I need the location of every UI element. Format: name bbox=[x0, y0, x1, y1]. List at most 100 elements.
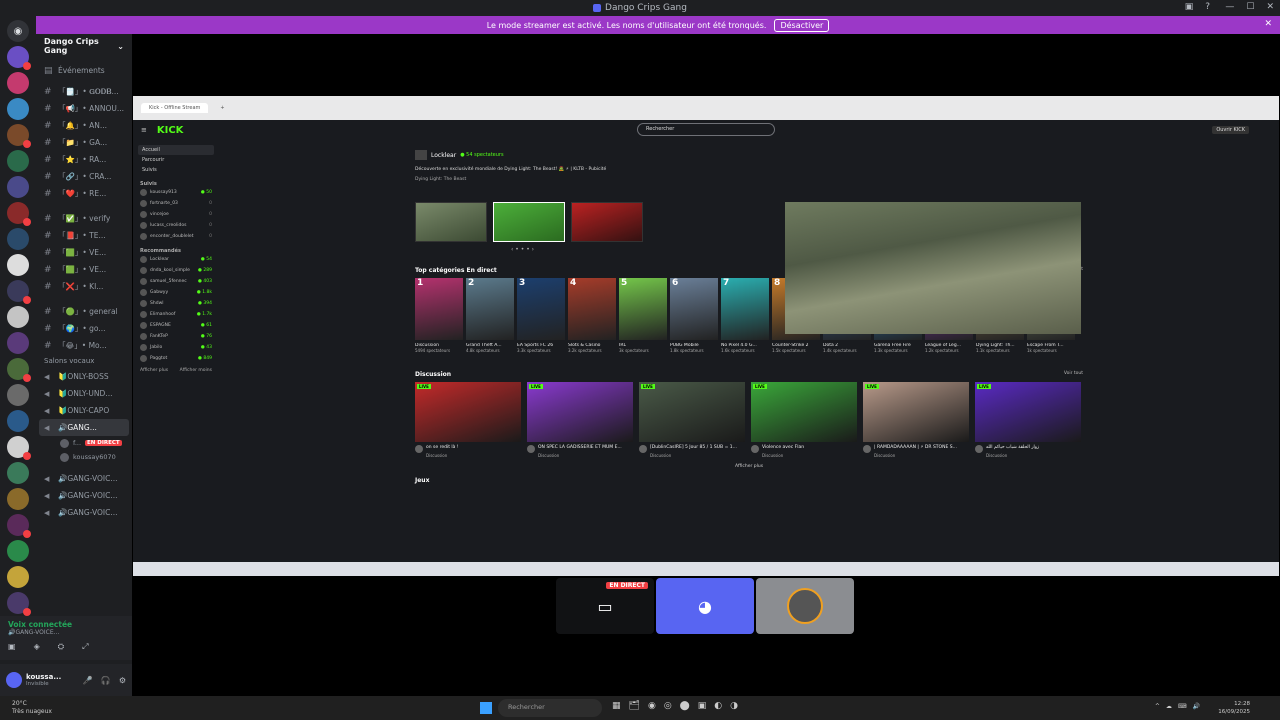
voice-channel[interactable]: ◀ 🔰ONLY-CAPO bbox=[36, 402, 132, 419]
server-icon[interactable] bbox=[7, 150, 29, 172]
server-header[interactable]: Dango Crips Gang ⌄ bbox=[36, 34, 132, 58]
channel-row[interactable]: samuel_5fennec ● 403 bbox=[138, 276, 214, 287]
user-info[interactable]: koussa... Invisible bbox=[26, 673, 61, 687]
show-more-button[interactable]: Afficher plus bbox=[415, 464, 1083, 469]
help-icon[interactable]: ? bbox=[1205, 2, 1210, 12]
category-card[interactable]: 3 EA Sports FC 26 3.3k spectateurs bbox=[517, 278, 565, 353]
voice-category[interactable]: Salons vocaux bbox=[36, 354, 132, 368]
server-icon[interactable] bbox=[7, 124, 31, 148]
category-card[interactable]: 7 No Pixel 4.0 G... 1.6k spectateurs bbox=[721, 278, 769, 353]
featured-video-player[interactable] bbox=[785, 202, 1081, 334]
close-window-button[interactable]: ✕ bbox=[1266, 2, 1274, 12]
server-icon[interactable] bbox=[7, 254, 29, 276]
channel-row[interactable]: Gabwyy ● 1.8k bbox=[138, 287, 214, 298]
see-all-link[interactable]: Voir tout bbox=[1064, 371, 1083, 378]
channel-row[interactable]: ESPAGNE ● 61 bbox=[138, 320, 214, 331]
new-tab-button[interactable]: + bbox=[214, 103, 230, 113]
channel-row[interactable]: koussay913 ● 50 bbox=[138, 187, 214, 198]
featured-thumb[interactable] bbox=[493, 202, 565, 242]
text-channel[interactable]: # 「📁」• GA... bbox=[36, 134, 132, 151]
server-icon[interactable] bbox=[7, 488, 29, 510]
windows-start-icon[interactable] bbox=[480, 702, 492, 714]
soundboard-icon[interactable]: ⤢ bbox=[82, 642, 88, 652]
text-channel[interactable]: # 「🌍」• go... bbox=[36, 320, 132, 337]
channel-row[interactable]: Paggtot ● 849 bbox=[138, 353, 214, 364]
home-button[interactable]: ◉ bbox=[7, 20, 29, 42]
channel-row[interactable]: vincejoe 0 bbox=[138, 209, 214, 220]
taskbar-app-icon[interactable]: 🗂 bbox=[629, 701, 640, 711]
taskbar-app-icon[interactable]: ▣ bbox=[698, 701, 707, 711]
active-voice-channel[interactable]: ◀ 🔊GANG... bbox=[39, 419, 129, 436]
category-card[interactable]: 6 PUBG Mobile 1.8k spectateurs bbox=[670, 278, 718, 353]
camera-icon[interactable]: ▣ bbox=[8, 642, 16, 652]
kick-login-button[interactable]: Ouvrir KICK bbox=[1212, 126, 1249, 134]
server-icon[interactable] bbox=[7, 358, 31, 382]
taskbar-app-icon[interactable]: ◑ bbox=[730, 701, 738, 711]
weather-widget[interactable]: 20°C Très nuageux bbox=[12, 700, 52, 716]
server-icon[interactable] bbox=[7, 462, 29, 484]
server-icon[interactable] bbox=[7, 280, 31, 304]
category-card[interactable]: 4 Slots & Casino 3.2k spectateurs bbox=[568, 278, 616, 353]
channel-row[interactable]: Jabilo ● 43 bbox=[138, 342, 214, 353]
taskbar-app-icon[interactable]: ◉ bbox=[648, 701, 656, 711]
live-stream-card[interactable]: LIVE ON SPEC LA GADISSERIE ET MUM E... Dis… bbox=[527, 382, 633, 458]
channel-row[interactable]: Shdwl ● 394 bbox=[138, 298, 214, 309]
show-more-link[interactable]: Afficher plus bbox=[140, 368, 168, 373]
participant-tile-avatar[interactable] bbox=[756, 578, 854, 634]
show-less-link[interactable]: Afficher moins bbox=[180, 368, 212, 373]
voice-channel[interactable]: ◀ 🔰ONLY-UND... bbox=[36, 385, 132, 402]
server-icon[interactable] bbox=[7, 306, 29, 328]
browser-tab[interactable]: Kick - Offline Stream bbox=[141, 103, 209, 113]
headphones-icon[interactable]: 🎧 bbox=[101, 676, 111, 685]
category-card[interactable]: 5 IRL 3k spectateurs bbox=[619, 278, 667, 353]
tray-icon[interactable]: 🔊 bbox=[1193, 703, 1200, 710]
voice-user[interactable]: f... EN DIRECT bbox=[36, 436, 132, 450]
server-icon[interactable] bbox=[7, 46, 31, 70]
server-icon[interactable] bbox=[7, 384, 29, 406]
server-icon[interactable] bbox=[7, 410, 29, 432]
channel-row[interactable]: Elimanhoof ● 1.7k bbox=[138, 309, 214, 320]
server-icon[interactable] bbox=[7, 436, 31, 460]
settings-gear-icon[interactable]: ⚙ bbox=[119, 676, 126, 685]
nav-browse[interactable]: Parcourir bbox=[138, 155, 214, 165]
server-icon[interactable] bbox=[7, 72, 29, 94]
live-stream-card[interactable]: LIVE on se redit là ! Discussion bbox=[415, 382, 521, 458]
nav-following[interactable]: Suivis bbox=[138, 165, 214, 175]
taskbar-app-icon[interactable]: ▦ bbox=[612, 701, 621, 711]
text-channel[interactable]: # 「😂」• Mo... bbox=[36, 337, 132, 354]
text-channel[interactable]: # 「⭐」• RA... bbox=[36, 151, 132, 168]
live-stream-card[interactable]: LIVE | RAMDADAAAAAN | ⚡ DR STONE S... Disc… bbox=[863, 382, 969, 458]
stream-tile[interactable]: EN DIRECT ▭ bbox=[556, 578, 654, 634]
tray-icon[interactable]: ^ bbox=[1155, 703, 1160, 710]
category-card[interactable]: 1 Discussion 5494 spectateurs bbox=[415, 278, 463, 353]
channel-row[interactable]: lucass_creolidos 0 bbox=[138, 220, 214, 231]
voice-channel[interactable]: ◀ 🔊GANG-VOIC... bbox=[36, 487, 132, 504]
text-channel[interactable]: # 「📢」• ANNOU... bbox=[36, 100, 132, 117]
taskbar-app-icon[interactable]: ⬤ bbox=[680, 701, 690, 711]
activity-icon[interactable]: ⛭ bbox=[58, 642, 64, 652]
screen-share-icon[interactable]: ◈ bbox=[34, 642, 40, 652]
server-icon[interactable] bbox=[7, 566, 29, 588]
channel-row[interactable]: fortnarte_03 0 bbox=[138, 198, 214, 209]
voice-channel[interactable]: ◀ 🔊GANG-VOIC... bbox=[36, 470, 132, 487]
featured-thumb[interactable] bbox=[571, 202, 643, 242]
clock[interactable]: 12:28 16/09/2025 bbox=[1218, 700, 1250, 716]
server-icon[interactable] bbox=[7, 176, 29, 198]
menu-icon[interactable]: ≡ bbox=[141, 126, 147, 134]
voice-channel[interactable]: ◀ 🔰ONLY-BOSS bbox=[36, 368, 132, 385]
text-channel[interactable]: # 「✅」• verify bbox=[36, 210, 132, 227]
channel-row[interactable]: dnda_kool_simple ● 289 bbox=[138, 265, 214, 276]
text-channel[interactable]: # 「🟢」• general bbox=[36, 303, 132, 320]
kick-logo[interactable]: KICK bbox=[157, 125, 184, 136]
voice-user[interactable]: koussay6070 bbox=[36, 450, 132, 464]
text-channel[interactable]: # 「🟩」• VE... bbox=[36, 261, 132, 278]
channel-row[interactable]: FanKTeP ● 76 bbox=[138, 331, 214, 342]
server-icon[interactable] bbox=[7, 540, 29, 562]
text-channel[interactable]: # 「🔗」• CRA... bbox=[36, 168, 132, 185]
live-stream-card[interactable]: LIVE Violence avec Flan Discussion bbox=[751, 382, 857, 458]
participant-tile-discord[interactable]: ◕ bbox=[656, 578, 754, 634]
server-icon[interactable] bbox=[7, 592, 31, 616]
tray-icon[interactable]: ⌨ bbox=[1178, 703, 1187, 710]
text-channel[interactable]: # 「📕」• TE... bbox=[36, 227, 132, 244]
server-icon[interactable] bbox=[7, 98, 29, 120]
